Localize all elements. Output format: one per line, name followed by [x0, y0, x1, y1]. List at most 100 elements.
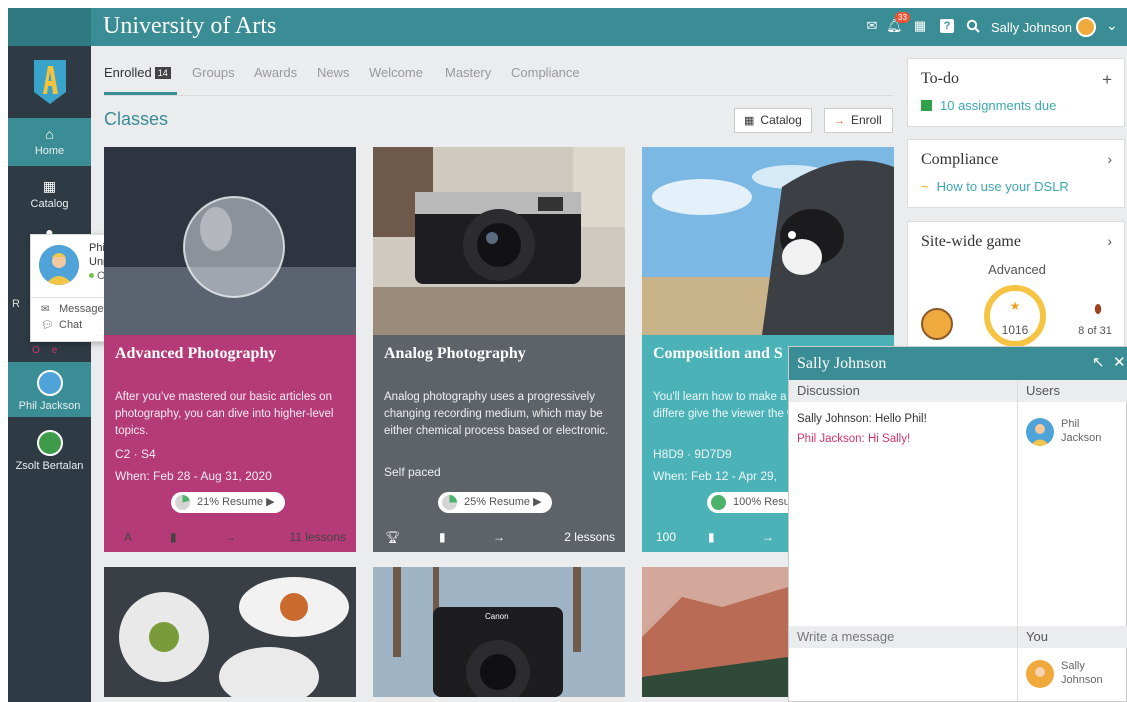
sidebar-item-partial[interactable]: R	[12, 298, 26, 310]
arrow-right-icon[interactable]: →	[493, 530, 505, 544]
check-icon	[921, 100, 932, 111]
message-input[interactable]: Write a message	[789, 626, 1017, 648]
action-label: Message	[59, 303, 104, 315]
resume-button[interactable]: 100% Resu	[707, 492, 800, 513]
you-name: Sally Johnson	[1061, 660, 1103, 686]
action-label: Chat	[59, 319, 83, 331]
mail-icon[interactable]: ✉	[865, 19, 879, 33]
help-icon[interactable]: ?	[940, 19, 954, 33]
catalog-button[interactable]: ▦ Catalog	[734, 108, 812, 133]
close-icon[interactable]: ✕	[1113, 353, 1126, 371]
logo[interactable]	[32, 58, 68, 106]
tab-news[interactable]: News	[317, 65, 350, 80]
sidebar-item-zsolt-bertalan[interactable]: Zsolt Bertalan	[8, 424, 91, 479]
sidebar-partial-letter: O	[32, 345, 40, 356]
arrow-right-icon[interactable]: →	[762, 530, 774, 544]
user-name[interactable]: Sally Johnson	[991, 20, 1072, 35]
course-title[interactable]: Composition and S	[653, 345, 783, 363]
arrow-right-icon[interactable]: →	[224, 530, 236, 544]
enroll-button[interactable]: → Enroll	[824, 108, 893, 133]
progress-dash-icon: ~	[921, 179, 929, 194]
top-bar-corner	[8, 8, 91, 46]
calendar-icon[interactable]: ▦	[913, 19, 927, 33]
chat-user-name[interactable]: Phil Jackson	[1061, 417, 1121, 445]
message-action[interactable]: ✉ Message	[41, 303, 104, 315]
tab-awards[interactable]: Awards	[254, 65, 297, 80]
lesson-count: 2 lessons	[564, 530, 615, 544]
game-panel: Site-wide game › Advanced ★ 1016 ⬮ 8 of …	[907, 221, 1125, 351]
game-rank: 8 of 31	[1078, 325, 1112, 337]
document-icon[interactable]: ▮	[708, 530, 715, 544]
user-avatar[interactable]	[1076, 17, 1096, 37]
message-sender: Sally Johnson:	[797, 413, 872, 425]
panel-title: To-do	[921, 70, 959, 87]
progress-pie-icon	[442, 495, 457, 510]
game-score: 1016	[1001, 323, 1029, 337]
course-title[interactable]: Advanced Photography	[115, 345, 276, 363]
game-level: Advanced	[988, 262, 1046, 277]
chevron-right-icon[interactable]: ›	[1107, 233, 1112, 249]
resume-label: 100% Resu	[733, 496, 790, 508]
course-description: Analog photography uses a progressively …	[384, 391, 609, 437]
course-pace: Self paced	[384, 465, 441, 479]
message-sender: Phil Jackson:	[797, 433, 865, 445]
brand-title[interactable]: University of Arts	[103, 13, 276, 40]
course-card-image[interactable]	[104, 567, 356, 697]
button-label: Catalog	[760, 113, 802, 127]
avatar	[921, 308, 953, 340]
course-card[interactable]: Analog Photography Analog photography us…	[373, 147, 625, 552]
course-card[interactable]: Advanced Photography After you've master…	[104, 147, 356, 552]
document-icon[interactable]: ▮	[439, 530, 446, 544]
avatar	[36, 430, 63, 456]
chat-action[interactable]: 💬︎ Chat	[41, 319, 82, 331]
plus-icon[interactable]: +	[1102, 70, 1112, 90]
tab-groups[interactable]: Groups	[192, 65, 235, 80]
tab-divider	[104, 95, 894, 96]
course-image	[373, 147, 625, 335]
avatar	[36, 370, 63, 396]
chat-message: Sally Johnson: Hello Phil!	[797, 413, 927, 425]
game-score-ring: ★	[984, 285, 1046, 347]
sidebar-item-label: Phil Jackson	[18, 400, 81, 412]
button-label: Enroll	[851, 113, 882, 127]
tab-label: Enrolled	[104, 65, 152, 80]
chevron-right-icon[interactable]: ›	[1107, 151, 1112, 167]
avatar	[1026, 660, 1054, 688]
tab-compliance[interactable]: Compliance	[511, 65, 580, 80]
course-card-image[interactable]: Canon	[373, 567, 625, 697]
compliance-link[interactable]: ~ How to use your DSLR	[921, 179, 1069, 194]
trophy-icon: ⬮	[1094, 302, 1102, 316]
progress-pie-icon	[175, 495, 190, 510]
message-text: Hi Sally!	[867, 433, 911, 445]
tab-badge: 14	[154, 67, 171, 79]
chat-icon: 💬︎	[41, 320, 54, 331]
sidebar-item-label: Home	[34, 145, 65, 157]
sidebar-item-phil-jackson[interactable]: Phil Jackson	[8, 362, 91, 417]
tab-mastery[interactable]: Mastery	[445, 65, 491, 80]
trophy-icon[interactable]: 🏆︎	[385, 530, 400, 544]
resume-button[interactable]: 25% Resume ▶	[438, 492, 552, 513]
chevron-down-icon[interactable]: ⌄	[1106, 17, 1118, 34]
course-dates: When: Feb 12 - Apr 29,	[653, 469, 778, 483]
tab-welcome[interactable]: Welcome	[369, 65, 423, 80]
sidebar-item-partial-2[interactable]: Oe	[32, 345, 80, 356]
course-code: H8D9 · 9D7D9	[653, 447, 732, 461]
avatar[interactable]	[1026, 418, 1054, 446]
tab-enrolled[interactable]: Enrolled 14	[104, 65, 171, 80]
chat-message: Phil Jackson: Hi Sally!	[797, 433, 910, 445]
link-label: How to use your DSLR	[936, 179, 1069, 194]
resume-button[interactable]: 21% Resume ▶	[171, 492, 285, 513]
course-title[interactable]: Analog Photography	[384, 345, 526, 363]
document-icon[interactable]: ▮	[170, 530, 177, 544]
minimize-icon[interactable]: ↖	[1092, 353, 1105, 371]
search-icon[interactable]	[966, 19, 980, 33]
envelope-icon: ✉	[41, 304, 50, 315]
play-icon: ▶	[533, 496, 542, 508]
divider	[1017, 380, 1018, 702]
sidebar-item-home[interactable]: ⌂ Home	[8, 118, 91, 166]
sidebar-item-catalog[interactable]: ▦ Catalog	[8, 170, 91, 216]
grid-icon: ▦	[744, 115, 755, 127]
resume-label: 21% Resume	[197, 496, 264, 508]
todo-link[interactable]: 10 assignments due	[921, 98, 1056, 113]
course-card-image[interactable]	[642, 567, 788, 697]
